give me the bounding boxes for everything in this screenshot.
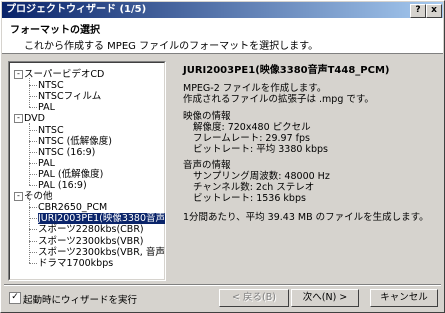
tree-item[interactable]: PAL (低解像度) — [38, 169, 105, 180]
video-bitrate: ビットレート: 平均 3380 kbps — [193, 144, 328, 155]
tree-connector — [29, 240, 37, 242]
size-summary: 1分間あたり、平均 39.43 MB のファイルを生成します。 — [183, 212, 429, 223]
tree-group[interactable]: スーパービデオCD — [24, 69, 104, 80]
tree-item[interactable]: NTSC (16:9) — [38, 147, 97, 158]
video-resolution: 解像度: 720x480 ピクセル — [193, 122, 311, 133]
tree-item[interactable]: NTSC (低解像度) — [38, 136, 114, 147]
tree-item[interactable]: NTSC — [38, 80, 66, 91]
tree-connector — [29, 173, 37, 175]
tree-connector — [29, 151, 37, 153]
tree-connector — [29, 229, 37, 231]
window-title: プロジェクトウィザード (1/5) — [6, 4, 147, 15]
audio-frequency: サンプリング周波数: 48000 Hz — [193, 171, 330, 182]
tree-item[interactable]: スポーツ2280kbs(CBR) — [38, 224, 146, 235]
tree-connector — [29, 218, 37, 220]
tree-group[interactable]: DVD — [24, 113, 45, 124]
tree-item[interactable]: CBR2650_PCM — [38, 202, 109, 213]
tree-connector — [29, 251, 37, 253]
page-description: これから作成する MPEG ファイルのフォーマットを選択します。 — [24, 41, 319, 52]
tree-item[interactable]: スポーツ2300kbs(VBR, 音声PC — [38, 247, 165, 258]
tree-item[interactable]: NTSC — [38, 125, 66, 136]
tree-connector — [29, 78, 30, 108]
tree-item[interactable]: ドラマ1700kbps — [38, 258, 115, 269]
expand-toggle-icon[interactable]: - — [14, 114, 23, 124]
tree-connector — [29, 107, 37, 109]
tree-item[interactable]: PAL — [38, 102, 57, 113]
video-framerate: フレームレート: 29.97 fps — [193, 133, 310, 144]
wizard-window: プロジェクトウィザード (1/5) ? x フォーマットの選択 これから作成する… — [0, 0, 445, 313]
tree-item[interactable]: スポーツ2300kbs(VBR) — [38, 236, 146, 247]
tree-item[interactable]: PAL — [38, 158, 57, 169]
page-heading: フォーマットの選択 — [10, 25, 100, 36]
startup-checkbox-label[interactable]: 起動時にウィザードを実行 — [23, 292, 137, 306]
tree-connector — [29, 122, 30, 186]
wizard-header: フォーマットの選択 これから作成する MPEG ファイルのフォーマットを選択しま… — [2, 18, 443, 54]
audio-bitrate: ビットレート: 1536 kbps — [193, 193, 306, 204]
title-bar: プロジェクトウィザード (1/5) ? x — [2, 2, 443, 18]
help-button[interactable]: ? — [410, 4, 426, 18]
audio-heading: 音声の情報 — [183, 160, 231, 171]
tree-item[interactable]: PAL (16:9) — [38, 180, 89, 191]
audio-channels: チャンネル数: 2ch ステレオ — [193, 182, 315, 193]
tree-connector — [29, 85, 37, 87]
info-line-1: MPEG-2 ファイルを作成します。 — [183, 83, 327, 94]
tree-connector — [29, 140, 37, 142]
expand-toggle-icon[interactable]: - — [14, 70, 23, 79]
format-tree-view[interactable]: - スーパービデオCD NTSC NTSCフィルム PAL - DVD NTSC NTSC (低… — [9, 62, 165, 280]
tree-connector — [29, 185, 37, 186]
cancel-button[interactable]: キャンセル — [370, 289, 438, 307]
footer-divider — [4, 284, 441, 286]
format-tree[interactable]: - スーパービデオCD NTSC NTSCフィルム PAL - DVD NTSC NTSC (低… — [8, 61, 166, 281]
tree-connector — [29, 262, 37, 264]
next-button[interactable]: 次へ(N) > — [291, 289, 359, 307]
tree-item[interactable]: JURI2003PE1(映像3380音声T — [38, 213, 165, 225]
format-info-panel: JURI2003PE1(映像3380音声T448_PCM) MPEG-2 ファイ… — [179, 61, 439, 281]
tree-connector — [29, 96, 37, 98]
format-title: JURI2003PE1(映像3380音声T448_PCM) — [183, 65, 390, 76]
tree-connector — [29, 200, 30, 263]
info-line-2: 作成されるファイルの拡張子は .mpg です。 — [183, 94, 374, 105]
startup-checkbox[interactable]: ✓ — [9, 292, 21, 304]
tree-connector — [29, 162, 37, 164]
expand-toggle-icon[interactable]: - — [14, 192, 23, 202]
close-button[interactable]: x — [426, 4, 442, 18]
tree-connector — [29, 129, 37, 131]
back-button[interactable]: < 戻る(B) — [219, 289, 289, 307]
video-heading: 映像の情報 — [183, 111, 231, 122]
tree-item[interactable]: NTSCフィルム — [38, 91, 103, 102]
tree-connector — [29, 207, 37, 209]
